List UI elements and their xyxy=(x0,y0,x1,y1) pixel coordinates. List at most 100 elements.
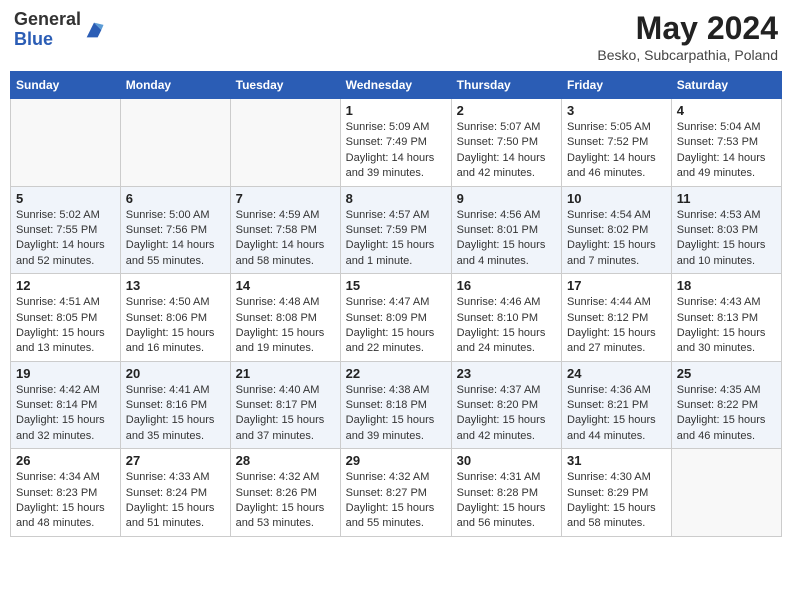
calendar-cell: 22 Sunrise: 4:38 AM Sunset: 8:18 PM Dayli… xyxy=(340,361,451,449)
calendar-cell xyxy=(120,99,230,187)
logo-general: General xyxy=(14,10,81,30)
weekday-header-thursday: Thursday xyxy=(451,72,561,99)
weekday-header-monday: Monday xyxy=(120,72,230,99)
calendar-cell: 3 Sunrise: 5:05 AM Sunset: 7:52 PM Daylig… xyxy=(562,99,672,187)
day-info: Sunrise: 4:53 AM Sunset: 8:03 PM Dayligh… xyxy=(677,208,776,270)
day-info: Sunrise: 5:07 AM Sunset: 7:50 PM Dayligh… xyxy=(457,120,556,182)
day-info: Sunrise: 4:44 AM Sunset: 8:12 PM Dayligh… xyxy=(567,295,666,357)
weekday-header-friday: Friday xyxy=(562,72,672,99)
day-info: Sunrise: 5:00 AM Sunset: 7:56 PM Dayligh… xyxy=(126,208,225,270)
day-info: Sunrise: 5:02 AM Sunset: 7:55 PM Dayligh… xyxy=(16,208,115,270)
calendar-cell: 8 Sunrise: 4:57 AM Sunset: 7:59 PM Daylig… xyxy=(340,186,451,274)
location: Besko, Subcarpathia, Poland xyxy=(597,47,778,63)
day-number: 7 xyxy=(236,191,335,206)
calendar-cell xyxy=(11,99,121,187)
logo-blue: Blue xyxy=(14,30,81,50)
day-number: 3 xyxy=(567,103,666,118)
day-number: 5 xyxy=(16,191,115,206)
calendar-cell: 5 Sunrise: 5:02 AM Sunset: 7:55 PM Daylig… xyxy=(11,186,121,274)
month-year: May 2024 xyxy=(597,10,778,47)
calendar-cell: 29 Sunrise: 4:32 AM Sunset: 8:27 PM Dayli… xyxy=(340,449,451,537)
calendar-cell: 2 Sunrise: 5:07 AM Sunset: 7:50 PM Daylig… xyxy=(451,99,561,187)
calendar-week-row: 26Sunrise: 4:34 AM Sunset: 8:23 PM Dayli… xyxy=(11,449,782,537)
day-info: Sunrise: 4:51 AM Sunset: 8:05 PM Dayligh… xyxy=(16,295,115,357)
day-number: 18 xyxy=(677,278,776,293)
day-number: 26 xyxy=(16,453,115,468)
logo-icon xyxy=(83,19,105,41)
title-section: May 2024 Besko, Subcarpathia, Poland xyxy=(597,10,778,63)
calendar-table: SundayMondayTuesdayWednesdayThursdayFrid… xyxy=(10,71,782,537)
day-number: 15 xyxy=(346,278,446,293)
calendar-cell: 21 Sunrise: 4:40 AM Sunset: 8:17 PM Dayli… xyxy=(230,361,340,449)
calendar-cell: 11 Sunrise: 4:53 AM Sunset: 8:03 PM Dayli… xyxy=(671,186,781,274)
day-number: 31 xyxy=(567,453,666,468)
calendar-week-row: 5 Sunrise: 5:02 AM Sunset: 7:55 PM Daylig… xyxy=(11,186,782,274)
day-info: Sunrise: 4:54 AM Sunset: 8:02 PM Dayligh… xyxy=(567,208,666,270)
day-info: Sunrise: 5:09 AM Sunset: 7:49 PM Dayligh… xyxy=(346,120,446,182)
day-number: 10 xyxy=(567,191,666,206)
calendar-cell: 28 Sunrise: 4:32 AM Sunset: 8:26 PM Dayli… xyxy=(230,449,340,537)
day-number: 29 xyxy=(346,453,446,468)
day-number: 25 xyxy=(677,366,776,381)
day-number: 19 xyxy=(16,366,115,381)
calendar-cell: 26Sunrise: 4:34 AM Sunset: 8:23 PM Dayli… xyxy=(11,449,121,537)
day-info: Sunrise: 4:38 AM Sunset: 8:18 PM Dayligh… xyxy=(346,383,446,445)
day-number: 13 xyxy=(126,278,225,293)
day-info: Sunrise: 4:50 AM Sunset: 8:06 PM Dayligh… xyxy=(126,295,225,357)
day-info: Sunrise: 4:37 AM Sunset: 8:20 PM Dayligh… xyxy=(457,383,556,445)
day-info: Sunrise: 4:32 AM Sunset: 8:26 PM Dayligh… xyxy=(236,470,335,532)
day-number: 24 xyxy=(567,366,666,381)
day-info: Sunrise: 4:36 AM Sunset: 8:21 PM Dayligh… xyxy=(567,383,666,445)
day-info: Sunrise: 4:47 AM Sunset: 8:09 PM Dayligh… xyxy=(346,295,446,357)
calendar-cell: 7 Sunrise: 4:59 AM Sunset: 7:58 PM Daylig… xyxy=(230,186,340,274)
calendar-cell xyxy=(671,449,781,537)
day-info: Sunrise: 5:04 AM Sunset: 7:53 PM Dayligh… xyxy=(677,120,776,182)
calendar-cell: 24 Sunrise: 4:36 AM Sunset: 8:21 PM Dayli… xyxy=(562,361,672,449)
day-number: 9 xyxy=(457,191,556,206)
calendar-cell: 30Sunrise: 4:31 AM Sunset: 8:28 PM Dayli… xyxy=(451,449,561,537)
day-number: 16 xyxy=(457,278,556,293)
calendar-cell: 31 Sunrise: 4:30 AM Sunset: 8:29 PM Dayli… xyxy=(562,449,672,537)
day-info: Sunrise: 4:33 AM Sunset: 8:24 PM Dayligh… xyxy=(126,470,225,532)
calendar-cell: 14Sunrise: 4:48 AM Sunset: 8:08 PM Dayli… xyxy=(230,274,340,362)
calendar-week-row: 12 Sunrise: 4:51 AM Sunset: 8:05 PM Dayli… xyxy=(11,274,782,362)
weekday-header-row: SundayMondayTuesdayWednesdayThursdayFrid… xyxy=(11,72,782,99)
day-number: 30 xyxy=(457,453,556,468)
page-header: General Blue May 2024 Besko, Subcarpathi… xyxy=(10,10,782,63)
day-info: Sunrise: 4:30 AM Sunset: 8:29 PM Dayligh… xyxy=(567,470,666,532)
weekday-header-sunday: Sunday xyxy=(11,72,121,99)
day-number: 12 xyxy=(16,278,115,293)
day-number: 27 xyxy=(126,453,225,468)
day-number: 22 xyxy=(346,366,446,381)
day-info: Sunrise: 4:41 AM Sunset: 8:16 PM Dayligh… xyxy=(126,383,225,445)
day-info: Sunrise: 4:35 AM Sunset: 8:22 PM Dayligh… xyxy=(677,383,776,445)
day-number: 17 xyxy=(567,278,666,293)
calendar-week-row: 19Sunrise: 4:42 AM Sunset: 8:14 PM Dayli… xyxy=(11,361,782,449)
calendar-cell: 15 Sunrise: 4:47 AM Sunset: 8:09 PM Dayli… xyxy=(340,274,451,362)
calendar-cell: 18Sunrise: 4:43 AM Sunset: 8:13 PM Dayli… xyxy=(671,274,781,362)
calendar-cell: 27 Sunrise: 4:33 AM Sunset: 8:24 PM Dayli… xyxy=(120,449,230,537)
day-info: Sunrise: 4:59 AM Sunset: 7:58 PM Dayligh… xyxy=(236,208,335,270)
day-number: 2 xyxy=(457,103,556,118)
day-number: 4 xyxy=(677,103,776,118)
calendar-cell: 17 Sunrise: 4:44 AM Sunset: 8:12 PM Dayli… xyxy=(562,274,672,362)
day-number: 11 xyxy=(677,191,776,206)
calendar-cell: 1 Sunrise: 5:09 AM Sunset: 7:49 PM Daylig… xyxy=(340,99,451,187)
day-number: 1 xyxy=(346,103,446,118)
day-info: Sunrise: 4:32 AM Sunset: 8:27 PM Dayligh… xyxy=(346,470,446,532)
day-number: 28 xyxy=(236,453,335,468)
weekday-header-saturday: Saturday xyxy=(671,72,781,99)
weekday-header-tuesday: Tuesday xyxy=(230,72,340,99)
day-number: 8 xyxy=(346,191,446,206)
calendar-cell: 10 Sunrise: 4:54 AM Sunset: 8:02 PM Dayli… xyxy=(562,186,672,274)
day-info: Sunrise: 4:40 AM Sunset: 8:17 PM Dayligh… xyxy=(236,383,335,445)
logo: General Blue xyxy=(14,10,105,50)
day-number: 21 xyxy=(236,366,335,381)
day-info: Sunrise: 5:05 AM Sunset: 7:52 PM Dayligh… xyxy=(567,120,666,182)
calendar-cell: 13 Sunrise: 4:50 AM Sunset: 8:06 PM Dayli… xyxy=(120,274,230,362)
weekday-header-wednesday: Wednesday xyxy=(340,72,451,99)
calendar-week-row: 1 Sunrise: 5:09 AM Sunset: 7:49 PM Daylig… xyxy=(11,99,782,187)
day-info: Sunrise: 4:46 AM Sunset: 8:10 PM Dayligh… xyxy=(457,295,556,357)
day-info: Sunrise: 4:57 AM Sunset: 7:59 PM Dayligh… xyxy=(346,208,446,270)
day-number: 6 xyxy=(126,191,225,206)
